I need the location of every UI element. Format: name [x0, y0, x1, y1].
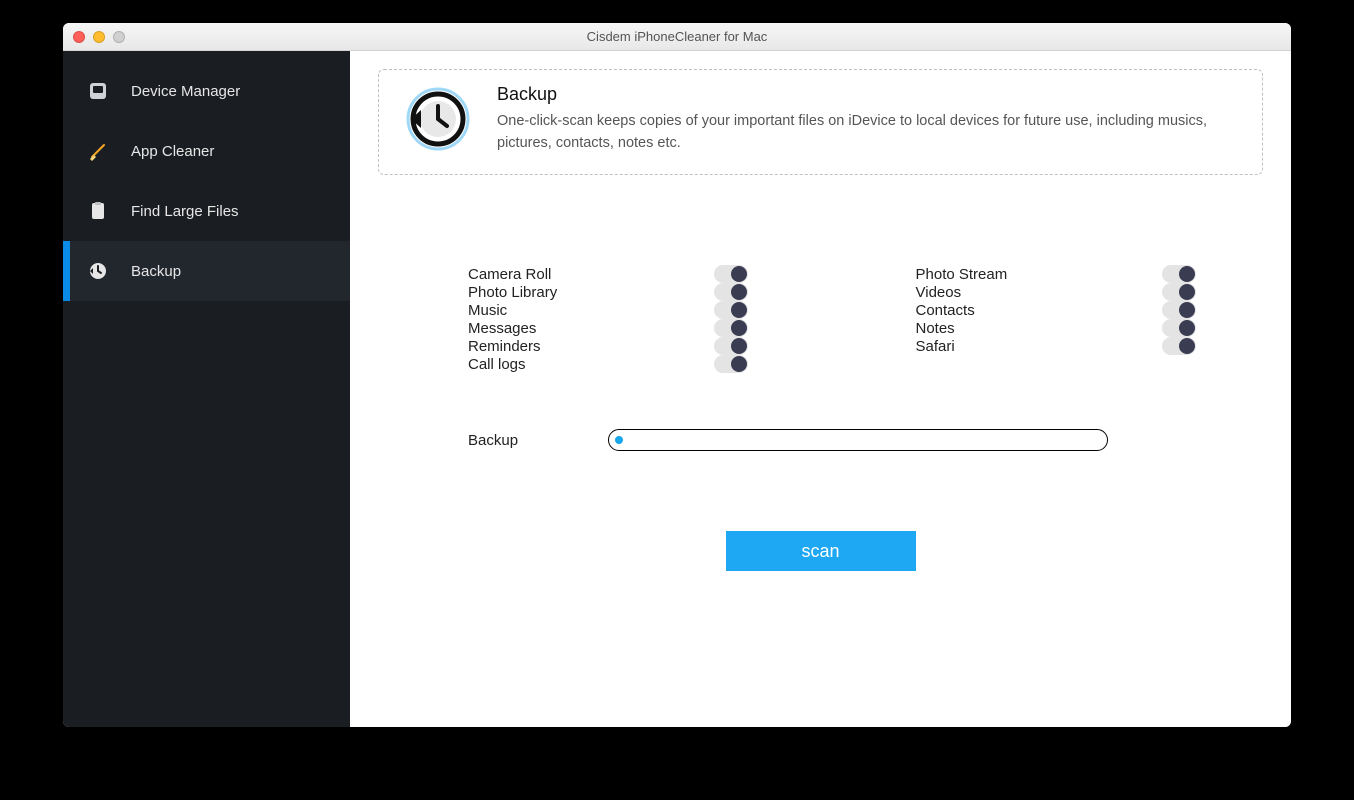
device-icon — [87, 80, 109, 102]
toggle-reminders[interactable] — [714, 337, 748, 355]
backup-path-label: Backup — [468, 432, 558, 449]
toggle-camera-roll[interactable] — [714, 265, 748, 283]
sidebar-item-backup[interactable]: Backup — [63, 241, 350, 301]
sidebar-item-find-large-files[interactable]: Find Large Files — [63, 181, 350, 241]
option-label: Contacts — [916, 302, 975, 319]
info-text: Backup One-click-scan keeps copies of yo… — [497, 84, 1238, 153]
option-call-logs: Call logs — [468, 355, 748, 373]
option-camera-roll: Camera Roll — [468, 265, 748, 283]
option-photo-stream: Photo Stream — [916, 265, 1196, 283]
window-body: Device Manager App Cleaner Find Large Fi… — [63, 51, 1291, 727]
option-label: Photo Library — [468, 284, 557, 301]
option-label: Call logs — [468, 356, 526, 373]
sidebar: Device Manager App Cleaner Find Large Fi… — [63, 51, 350, 727]
option-notes: Notes — [916, 319, 1196, 337]
option-label: Safari — [916, 338, 955, 355]
toggle-contacts[interactable] — [1162, 301, 1196, 319]
sidebar-item-label: Backup — [131, 263, 181, 280]
option-messages: Messages — [468, 319, 748, 337]
backup-path-row: Backup — [378, 429, 1263, 451]
clipboard-icon — [87, 200, 109, 222]
option-videos: Videos — [916, 283, 1196, 301]
option-photo-library: Photo Library — [468, 283, 748, 301]
option-label: Videos — [916, 284, 962, 301]
titlebar: Cisdem iPhoneCleaner for Mac — [63, 23, 1291, 51]
window-controls — [63, 31, 125, 43]
option-label: Notes — [916, 320, 955, 337]
sidebar-item-label: App Cleaner — [131, 143, 214, 160]
option-label: Camera Roll — [468, 266, 551, 283]
minimize-window-button[interactable] — [93, 31, 105, 43]
sidebar-item-app-cleaner[interactable]: App Cleaner — [63, 121, 350, 181]
sidebar-item-device-manager[interactable]: Device Manager — [63, 61, 350, 121]
backup-path-input[interactable] — [608, 429, 1108, 451]
app-window: Cisdem iPhoneCleaner for Mac Device Mana… — [63, 23, 1291, 727]
option-music: Music — [468, 301, 748, 319]
info-title: Backup — [497, 84, 1238, 105]
option-label: Messages — [468, 320, 536, 337]
option-reminders: Reminders — [468, 337, 748, 355]
info-box: Backup One-click-scan keeps copies of yo… — [378, 69, 1263, 175]
backup-icon — [87, 260, 109, 282]
option-label: Photo Stream — [916, 266, 1008, 283]
backup-large-icon — [403, 84, 473, 154]
option-contacts: Contacts — [916, 301, 1196, 319]
toggle-notes[interactable] — [1162, 319, 1196, 337]
toggle-photo-stream[interactable] — [1162, 265, 1196, 283]
sidebar-item-label: Device Manager — [131, 83, 240, 100]
info-description: One-click-scan keeps copies of your impo… — [497, 111, 1238, 153]
window-title: Cisdem iPhoneCleaner for Mac — [63, 29, 1291, 44]
option-label: Music — [468, 302, 507, 319]
toggle-messages[interactable] — [714, 319, 748, 337]
toggle-safari[interactable] — [1162, 337, 1196, 355]
toggle-photo-library[interactable] — [714, 283, 748, 301]
backup-options: Camera Roll Photo Library Music Messages — [378, 265, 1263, 373]
zoom-window-button[interactable] — [113, 31, 125, 43]
scan-button[interactable]: scan — [726, 531, 916, 571]
option-safari: Safari — [916, 337, 1196, 355]
main-panel: Backup One-click-scan keeps copies of yo… — [350, 51, 1291, 727]
path-indicator-dot — [615, 436, 623, 444]
scan-button-wrap: scan — [378, 531, 1263, 571]
sidebar-item-label: Find Large Files — [131, 203, 239, 220]
option-label: Reminders — [468, 338, 541, 355]
broom-icon — [87, 140, 109, 162]
toggle-call-logs[interactable] — [714, 355, 748, 373]
toggle-videos[interactable] — [1162, 283, 1196, 301]
toggle-music[interactable] — [714, 301, 748, 319]
close-window-button[interactable] — [73, 31, 85, 43]
